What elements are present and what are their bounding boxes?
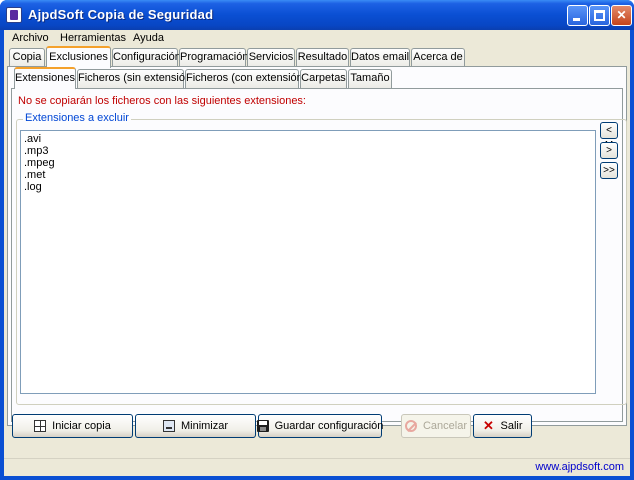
sub-tab-strip: Extensiones Ficheros (sin extensión) Fic… (14, 67, 394, 89)
main-tab-strip: Copia Exclusiones Configuración Programa… (9, 46, 469, 68)
grid-icon (34, 420, 47, 432)
tab-extensiones[interactable]: Extensiones (14, 67, 76, 89)
save-config-button[interactable]: Guardar configuración (256, 414, 384, 438)
remove-extension-button[interactable]: < M (600, 122, 618, 151)
tab-ficheros-con-extension[interactable]: Ficheros (con extensión) (185, 69, 306, 88)
info-text: No se copiarán los ficheros con las sigu… (18, 95, 306, 107)
tab-configuracion[interactable]: Configuración (112, 48, 181, 67)
menu-ayuda[interactable]: Ayuda (127, 30, 170, 47)
client-area: Archivo Herramientas Ayuda Copia Exclusi… (4, 30, 630, 476)
list-item[interactable]: .avi (24, 133, 592, 145)
extensions-list[interactable]: .avi .mp3 .mpeg .met .log (20, 130, 596, 394)
minimize-window-icon (162, 420, 175, 432)
save-config-label: Guardar configuración (274, 420, 384, 432)
list-item[interactable]: .mpeg (24, 157, 592, 169)
exit-label: Salir (500, 420, 523, 432)
minimize-button[interactable]: Minimizar (135, 414, 256, 438)
app-window: AjpdSoft Copia de Seguridad ✕ Archivo He… (0, 0, 634, 480)
exit-button[interactable]: ✕ Salir (473, 414, 532, 438)
start-copy-button[interactable]: Iniciar copia (12, 414, 133, 438)
cancel-button[interactable]: Cancelar (401, 414, 471, 438)
floppy-disk-icon (256, 420, 269, 432)
no-entry-icon (404, 420, 417, 432)
maximize-icon (594, 10, 605, 21)
tab-resultado[interactable]: Resultado (296, 48, 349, 67)
tab-datos-email[interactable]: Datos email (350, 48, 410, 67)
minimize-window-button[interactable] (567, 5, 588, 26)
tab-ficheros-sin-extension[interactable]: Ficheros (sin extensión) (77, 69, 195, 88)
tab-servicios[interactable]: Servicios (247, 48, 295, 67)
minimize-icon (573, 18, 580, 21)
list-item[interactable]: .mp3 (24, 145, 592, 157)
tab-acerca-de[interactable]: Acerca de (411, 48, 465, 67)
website-link[interactable]: www.ajpdsoft.com (535, 461, 624, 473)
extensiones-panel: No se copiarán los ficheros con las sigu… (11, 88, 627, 422)
menu-bar: Archivo Herramientas Ayuda (4, 30, 630, 47)
list-item[interactable]: .met (24, 169, 592, 181)
close-icon: ✕ (616, 8, 627, 22)
move-all-button[interactable]: >> (600, 162, 618, 179)
close-x-icon: ✕ (483, 418, 494, 433)
tab-programacion[interactable]: Programación (179, 48, 248, 67)
maximize-window-button[interactable] (589, 5, 610, 26)
close-window-button[interactable]: ✕ (611, 5, 632, 26)
window-title: AjpdSoft Copia de Seguridad (28, 7, 214, 22)
group-title: Extensiones a excluir (23, 112, 131, 124)
cancel-label: Cancelar (422, 420, 468, 432)
list-item[interactable]: .log (24, 181, 592, 193)
tab-carpetas[interactable]: Carpetas (300, 69, 347, 88)
exclusiones-panel: Extensiones Ficheros (sin extensión) Fic… (7, 66, 627, 426)
menu-archivo[interactable]: Archivo (6, 30, 55, 47)
status-bar: www.ajpdsoft.com (4, 458, 630, 476)
title-bar[interactable]: AjpdSoft Copia de Seguridad ✕ (0, 0, 634, 30)
move-one-button[interactable]: > (600, 142, 618, 159)
minimize-label: Minimizar (180, 420, 229, 432)
tab-tamano[interactable]: Tamaño (348, 69, 392, 88)
tab-copia[interactable]: Copia (9, 48, 45, 67)
start-copy-label: Iniciar copia (52, 420, 111, 432)
tab-exclusiones[interactable]: Exclusiones (46, 46, 111, 68)
extensions-groupbox: Extensiones a excluir .avi .mp3 .mpeg .m… (16, 112, 627, 405)
app-icon[interactable] (6, 7, 22, 23)
menu-herramientas[interactable]: Herramientas (54, 30, 132, 47)
